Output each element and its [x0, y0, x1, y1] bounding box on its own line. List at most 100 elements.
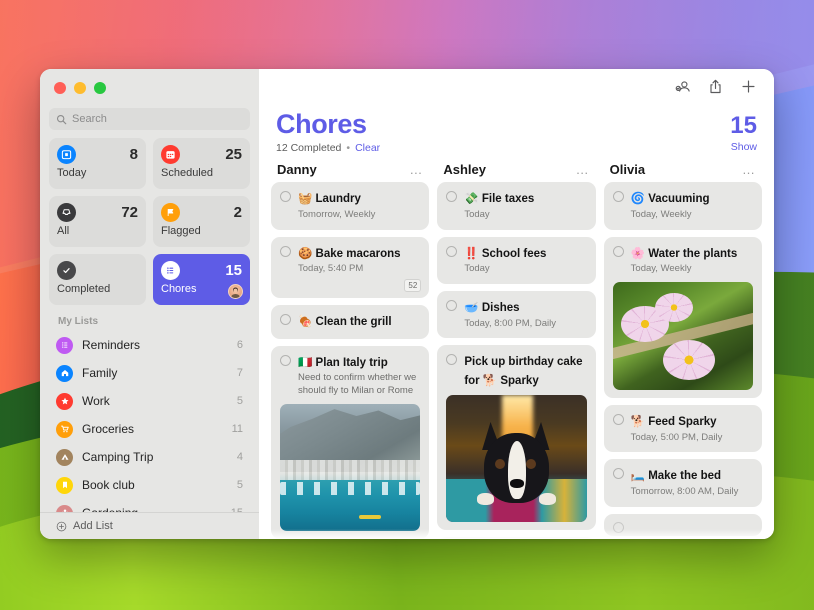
list-collection: Reminders 6 Family 7 Work 5: [40, 331, 259, 512]
task-item[interactable]: ‼️ School fees Today: [437, 237, 595, 284]
reminders-window: Search 8 Today: [40, 69, 774, 539]
task-main: 🧺 Laundry Tomorrow, Weekly: [280, 189, 420, 221]
task-due: Tomorrow, 8:00 AM, Daily: [631, 486, 753, 499]
task-item[interactable]: 🍖 Clean the grill: [271, 305, 429, 339]
list-label: Book club: [82, 478, 228, 492]
task-title: 🌸 Water the plants: [631, 248, 738, 260]
task-item[interactable]: Pick up birthday cake for 🐕 Sparky: [437, 345, 595, 530]
task-checkbox[interactable]: [280, 191, 291, 202]
task-due: Today, 8:00 PM, Daily: [464, 318, 586, 331]
flower-icon: [56, 505, 73, 513]
task-title-text: School fees: [482, 248, 547, 260]
sidebar-item-groceries[interactable]: Groceries 11: [49, 415, 250, 443]
italy-coast-photo: [280, 404, 420, 531]
sidebar-item-work[interactable]: Work 5: [49, 387, 250, 415]
smart-list-today[interactable]: 8 Today: [49, 138, 146, 189]
kayak-detail: [359, 515, 381, 519]
column-ashley: Ashley … 💸 File taxes Today: [437, 162, 595, 539]
sidebar-item-camping-trip[interactable]: Camping Trip 4: [49, 443, 250, 471]
status-badge: 52: [404, 279, 421, 292]
search-placeholder: Search: [72, 113, 107, 125]
task-main: 🍪 Bake macarons Today, 5:40 PM: [280, 244, 420, 276]
header-right: 15 Show: [730, 110, 757, 153]
flower-petals: [663, 340, 715, 380]
task-item[interactable]: 🛏️ Make the bed Tomorrow, 8:00 AM, Daily: [604, 459, 762, 506]
list-bullet-icon: [56, 337, 73, 354]
columns-container: Danny … 🧺 Laundry Tomorrow, Weekly: [259, 154, 774, 539]
sidebar-item-reminders[interactable]: Reminders 6: [49, 331, 250, 359]
cart-icon: [56, 421, 73, 438]
task-item[interactable]: 🐕 Feed Sparky Today, 5:00 PM, Daily: [604, 405, 762, 452]
dog-nose: [510, 479, 524, 488]
task-item[interactable]: 🌸 Water the plants Today, Weekly: [604, 237, 762, 398]
task-checkbox[interactable]: [613, 522, 624, 533]
smart-list-scheduled[interactable]: 25 Scheduled: [153, 138, 250, 189]
task-checkbox[interactable]: [613, 246, 624, 257]
new-task-row[interactable]: [604, 514, 762, 536]
smart-list-completed[interactable]: Completed: [49, 254, 146, 305]
zoom-button[interactable]: [94, 82, 106, 94]
task-title: 🥣 Dishes: [464, 302, 519, 314]
clear-completed-link[interactable]: Clear: [355, 142, 380, 154]
task-checkbox[interactable]: [280, 355, 291, 366]
task-checkbox[interactable]: [446, 300, 457, 311]
add-list-button[interactable]: Add List: [40, 512, 259, 539]
search-icon: [56, 114, 67, 125]
task-item[interactable]: 🌀 Vacuuming Today, Weekly: [604, 182, 762, 229]
search-input[interactable]: Search: [49, 108, 250, 130]
task-checkbox[interactable]: [613, 468, 624, 479]
plus-circle-icon: [56, 521, 67, 532]
tent-icon: [56, 449, 73, 466]
column-menu-icon[interactable]: …: [576, 166, 590, 174]
sidebar-item-book-club[interactable]: Book club 5: [49, 471, 250, 499]
add-reminder-icon[interactable]: [740, 78, 757, 100]
task-item[interactable]: 🧺 Laundry Tomorrow, Weekly: [271, 182, 429, 229]
task-item[interactable]: 🥣 Dishes Today, 8:00 PM, Daily: [437, 291, 595, 338]
share-collaborate-icon[interactable]: [674, 78, 691, 100]
avatar: [228, 284, 243, 299]
task-checkbox[interactable]: [446, 191, 457, 202]
column-body: 🌀 Vacuuming Today, Weekly 🌸 Water the pl…: [604, 182, 762, 535]
task-emoji: 💸: [464, 193, 478, 205]
column-menu-icon[interactable]: …: [742, 166, 756, 174]
smart-list-flagged[interactable]: 2 Flagged: [153, 196, 250, 247]
task-checkbox[interactable]: [280, 246, 291, 257]
task-checkbox[interactable]: [613, 191, 624, 202]
task-emoji: 🐕: [631, 416, 645, 428]
photo-render: [613, 282, 753, 390]
task-checkbox[interactable]: [613, 414, 624, 425]
sidebar-item-family[interactable]: Family 7: [49, 359, 250, 387]
task-emoji: 🛏️: [631, 470, 645, 482]
column-menu-icon[interactable]: …: [409, 166, 423, 174]
flower-2: [655, 293, 693, 322]
show-completed-link[interactable]: Show: [730, 141, 757, 153]
close-button[interactable]: [54, 82, 66, 94]
task-item[interactable]: 🍪 Bake macarons Today, 5:40 PM 52: [271, 237, 429, 298]
sidebar-item-gardening[interactable]: Gardening 15: [49, 499, 250, 512]
task-checkbox[interactable]: [446, 246, 457, 257]
task-checkbox[interactable]: [280, 314, 291, 325]
smart-list-chores[interactable]: 15 Chores: [153, 254, 250, 305]
task-item[interactable]: 💸 File taxes Today: [437, 182, 595, 229]
list-count: 5: [237, 395, 243, 407]
smart-list-all[interactable]: 72 All: [49, 196, 146, 247]
task-main: 🛏️ Make the bed Tomorrow, 8:00 AM, Daily: [613, 466, 753, 498]
task-emoji: 🇮🇹: [298, 357, 312, 369]
task-item[interactable]: 🇮🇹 Plan Italy trip Need to confirm wheth…: [271, 346, 429, 539]
column-header: Ashley …: [437, 162, 595, 182]
task-title: 🧺 Laundry: [298, 193, 361, 205]
tile-top: 2: [161, 203, 242, 222]
new-task-row[interactable]: [437, 537, 595, 539]
task-due: Tomorrow, Weekly: [298, 209, 420, 222]
task-text: Pick up birthday cake for 🐕 Sparky: [464, 352, 586, 389]
task-text: 💸 File taxes Today: [464, 189, 586, 221]
task-checkbox[interactable]: [446, 354, 457, 365]
window-controls: [40, 69, 259, 102]
task-due: Today, Weekly: [631, 263, 753, 276]
share-icon[interactable]: [708, 78, 723, 100]
task-title: 🇮🇹 Plan Italy trip: [298, 357, 388, 369]
minimize-button[interactable]: [74, 82, 86, 94]
column-header: Olivia …: [604, 162, 762, 182]
task-text: 🍪 Bake macarons Today, 5:40 PM: [298, 244, 420, 276]
task-main: 🇮🇹 Plan Italy trip Need to confirm wheth…: [280, 353, 420, 398]
